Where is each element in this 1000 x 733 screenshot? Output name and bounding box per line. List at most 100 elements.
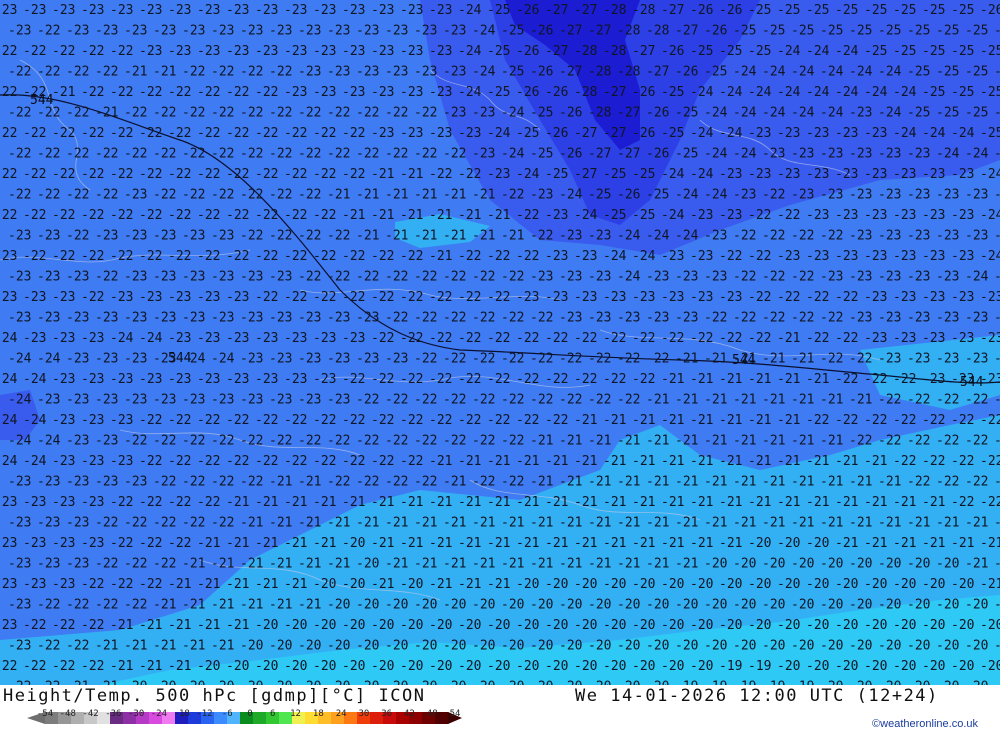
temperature-label: -22: [356, 434, 379, 449]
temperature-label: -20: [864, 577, 887, 592]
temperature-label: -22: [429, 413, 452, 428]
temperature-label: -23: [342, 44, 365, 59]
temperature-label: -23: [52, 372, 75, 387]
temperature-label: -20: [661, 618, 684, 633]
temperature-label: -21: [893, 536, 916, 551]
temperature-label: -21: [849, 393, 872, 408]
temperature-label: -22: [313, 167, 336, 182]
temperature-label: -23: [255, 44, 278, 59]
temperature-label: -27: [588, 24, 611, 39]
temperature-label: -22: [211, 106, 234, 121]
temperature-label: -21: [429, 577, 452, 592]
temperature-label: -23: [980, 331, 1000, 346]
temperature-label: -23: [327, 352, 350, 367]
temperature-label: -23: [139, 372, 162, 387]
temperature-label: -21: [443, 516, 466, 531]
temperature-label: -21: [400, 167, 423, 182]
temperature-label: -27: [603, 85, 626, 100]
temperature-label: -22: [762, 270, 785, 285]
temperature-label: -22: [110, 44, 133, 59]
temperature-label: -24: [951, 126, 975, 141]
temperature-label: -23: [95, 434, 118, 449]
temperature-label: -24: [704, 106, 728, 121]
temperature-label: -21: [182, 598, 205, 613]
temperature-label: -23: [907, 229, 930, 244]
temperature-label: -25: [835, 3, 858, 18]
temperature-label: -21: [646, 516, 669, 531]
temperature-label: -24: [23, 372, 47, 387]
temperature-label: -22: [980, 413, 1000, 428]
temperature-label: -23: [849, 229, 872, 244]
temperature-label: -22: [472, 434, 495, 449]
temperature-label: -26: [545, 85, 568, 100]
temperature-label: -21: [632, 495, 655, 510]
temperature-label: -22: [240, 475, 263, 490]
temperature-label: -26: [559, 147, 582, 162]
temperature-label: -20: [342, 618, 365, 633]
temperature-label: -20: [762, 639, 785, 654]
temperature-label: -21: [240, 598, 263, 613]
temperature-label: -20: [864, 618, 887, 633]
temperature-label: -24: [704, 188, 728, 203]
temperature-label: -21: [733, 393, 756, 408]
temperature-label: -26: [530, 65, 553, 80]
temperature-label: -23: [458, 126, 481, 141]
temperature-label: -22: [269, 434, 292, 449]
temperature-label: -22: [81, 618, 104, 633]
temperature-label: -20: [574, 618, 597, 633]
temperature-label: -22: [400, 454, 423, 469]
temperature-label: -21: [588, 557, 611, 572]
temperature-label: -22: [255, 208, 278, 223]
temperature-label: -21: [284, 495, 307, 510]
temperature-label: -22: [168, 454, 191, 469]
temperature-label: -20: [313, 577, 336, 592]
temperature-label: -23: [327, 393, 350, 408]
temperature-label: -21: [414, 188, 437, 203]
temperature-label: -22: [52, 659, 75, 674]
temperature-label: -22: [139, 208, 162, 223]
temperature-label: -25: [516, 126, 539, 141]
temperature-label: -22: [791, 311, 814, 326]
temperature-label: -23: [313, 85, 336, 100]
temperature-label: -20: [414, 598, 437, 613]
credit-link[interactable]: ©weatheronline.co.uk: [872, 718, 978, 730]
temperature-label: -24: [733, 106, 757, 121]
temperature-label: -23: [110, 3, 133, 18]
temperature-label: -23: [965, 311, 988, 326]
temperature-label: -20: [313, 659, 336, 674]
temperature-label: -24: [835, 44, 859, 59]
temperature-label: -22: [8, 65, 31, 80]
temperature-label: -21: [414, 229, 437, 244]
temperature-label: -24: [0, 372, 18, 387]
temperature-label: -20: [777, 577, 800, 592]
temperature-label: -22: [153, 475, 176, 490]
temperature-label: -21: [762, 434, 785, 449]
temperature-label: -23: [182, 24, 205, 39]
temperature-label: -22: [0, 659, 17, 674]
temperature-label: -23: [516, 290, 539, 305]
temperature-label: -20: [690, 618, 713, 633]
temperature-label: -23: [487, 167, 510, 182]
temperature-label: -22: [516, 372, 539, 387]
temperature-label: -20: [922, 618, 945, 633]
temperature-label: -20: [704, 639, 727, 654]
temperature-label: -23: [864, 331, 887, 346]
temperature-label: -23: [936, 311, 959, 326]
temperature-label: -23: [298, 393, 321, 408]
temperature-label: -25: [994, 106, 1000, 121]
temperature-label: -23: [153, 24, 176, 39]
temperature-label: -23: [197, 331, 220, 346]
temperature-label: -20: [704, 598, 727, 613]
temperature-label: -21: [501, 557, 524, 572]
temperature-label: -21: [588, 475, 611, 490]
temperature-label: -21: [603, 413, 626, 428]
temperature-label: -23: [878, 229, 901, 244]
temperature-label: -22: [559, 393, 582, 408]
temperature-label: -22: [385, 311, 408, 326]
temperature-label: -21: [327, 557, 350, 572]
temperature-label: -22: [110, 208, 133, 223]
temperature-label: -25: [487, 85, 510, 100]
temperature-label: -22: [211, 147, 234, 162]
temperature-label: -22: [52, 249, 75, 264]
temperature-label: -22: [762, 188, 785, 203]
